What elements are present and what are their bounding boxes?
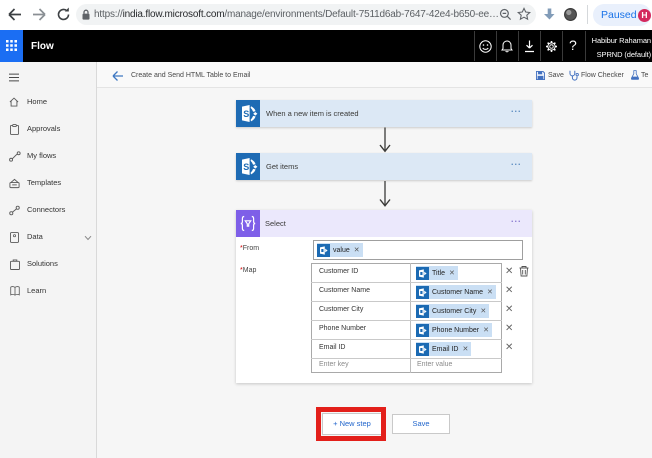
svg-text:S: S: [243, 109, 249, 119]
svg-text:S: S: [243, 162, 249, 172]
